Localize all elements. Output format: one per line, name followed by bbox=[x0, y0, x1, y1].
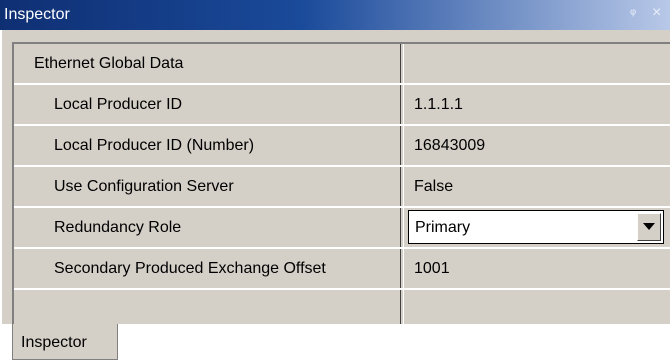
property-value[interactable]: 1001 bbox=[414, 260, 450, 278]
property-value[interactable]: 1.1.1.1 bbox=[414, 96, 463, 114]
pin-icon[interactable]: ᵠ bbox=[630, 5, 636, 21]
close-icon[interactable]: × bbox=[652, 4, 661, 22]
property-row-use-configuration-server[interactable]: Use Configuration Server False bbox=[14, 167, 670, 208]
property-name: Redundancy Role bbox=[54, 219, 182, 236]
property-row-local-producer-id[interactable]: Local Producer ID 1.1.1.1 bbox=[14, 85, 670, 126]
property-name: Secondary Produced Exchange Offset bbox=[54, 260, 326, 277]
chevron-down-icon bbox=[643, 223, 655, 230]
title-bar: Inspector ᵠ × bbox=[0, 0, 670, 30]
property-row-secondary-produced-exchange-offset[interactable]: Secondary Produced Exchange Offset 1001 bbox=[14, 249, 670, 290]
redundancy-role-select[interactable]: Primary bbox=[408, 210, 664, 244]
property-value[interactable]: False bbox=[414, 178, 453, 196]
property-row-local-producer-id-number[interactable]: Local Producer ID (Number) 16843009 bbox=[14, 126, 670, 167]
tab-strip: Inspector bbox=[0, 324, 670, 364]
select-value: Primary bbox=[415, 219, 471, 236]
category-label: Ethernet Global Data bbox=[34, 55, 184, 72]
window-title: Inspector bbox=[4, 6, 70, 23]
property-grid: Ethernet Global Data Local Producer ID 1… bbox=[12, 42, 670, 331]
property-name: Use Configuration Server bbox=[54, 178, 234, 195]
property-name: Local Producer ID bbox=[54, 96, 183, 113]
category-row[interactable]: Ethernet Global Data bbox=[14, 44, 670, 85]
dropdown-button[interactable] bbox=[637, 213, 661, 241]
inspector-panel: Ethernet Global Data Local Producer ID 1… bbox=[0, 30, 670, 331]
property-name: Local Producer ID (Number) bbox=[54, 137, 255, 154]
property-value[interactable]: 16843009 bbox=[414, 137, 485, 155]
property-row-redundancy-role[interactable]: Redundancy Role Primary bbox=[14, 208, 670, 249]
tab-label: Inspector bbox=[21, 334, 87, 351]
tab-inspector[interactable]: Inspector bbox=[12, 324, 118, 360]
